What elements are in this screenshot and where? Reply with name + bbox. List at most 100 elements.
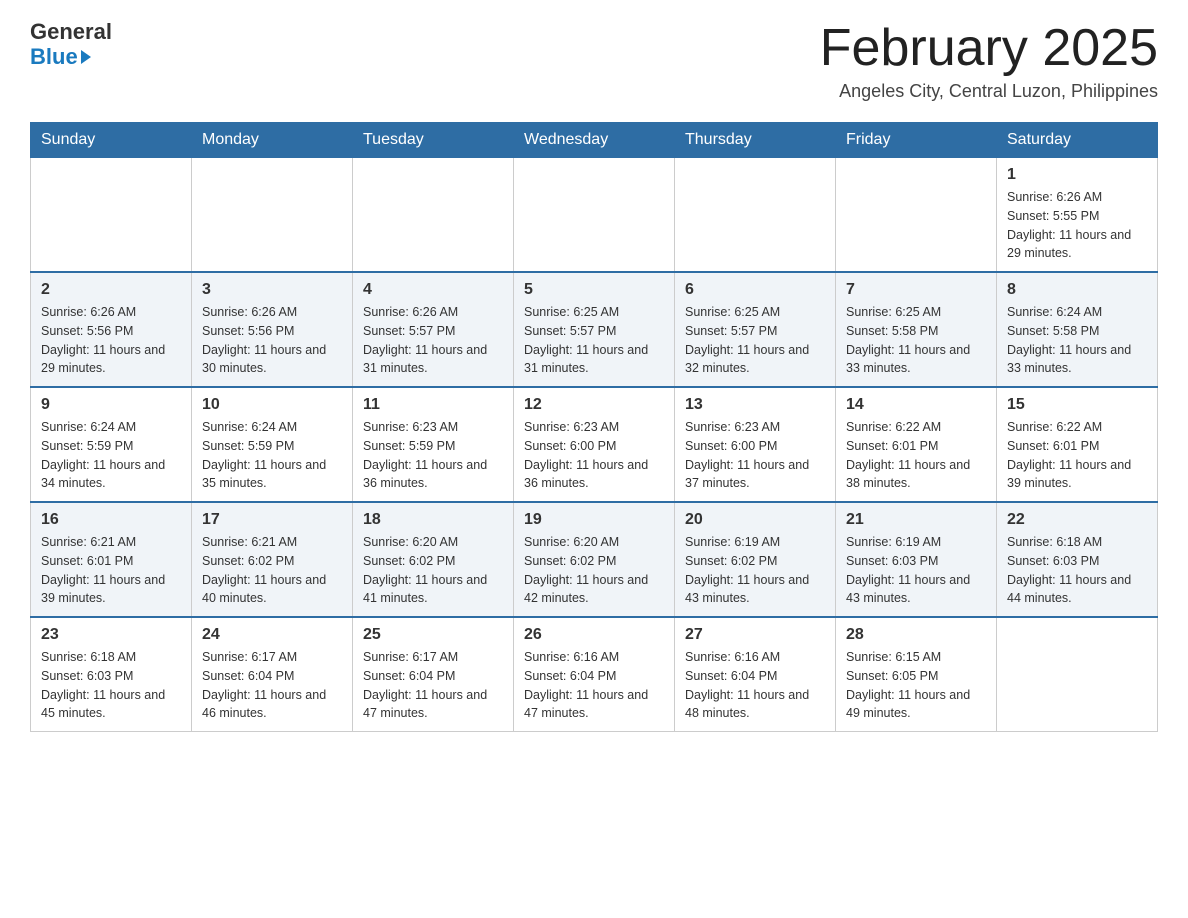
day-info: Sunrise: 6:23 AM Sunset: 6:00 PM Dayligh… <box>524 418 664 493</box>
day-of-week-header: Thursday <box>675 123 836 158</box>
day-info: Sunrise: 6:17 AM Sunset: 6:04 PM Dayligh… <box>202 648 342 723</box>
calendar-cell: 16Sunrise: 6:21 AM Sunset: 6:01 PM Dayli… <box>31 502 192 617</box>
calendar-week-row: 16Sunrise: 6:21 AM Sunset: 6:01 PM Dayli… <box>31 502 1158 617</box>
day-number: 13 <box>685 396 825 414</box>
day-number: 17 <box>202 511 342 529</box>
day-number: 11 <box>363 396 503 414</box>
page-header: General Blue February 2025 Angeles City,… <box>30 20 1158 102</box>
calendar-week-row: 9 Sunrise: 6:24 AM Sunset: 5:59 PM Daylig… <box>31 387 1158 502</box>
calendar-cell: 10 Sunrise: 6:24 AM Sunset: 5:59 PM Dayli… <box>192 387 353 502</box>
calendar-cell: 9 Sunrise: 6:24 AM Sunset: 5:59 PM Daylig… <box>31 387 192 502</box>
day-info: Sunrise: 6:25 AM Sunset: 5:57 PM Dayligh… <box>685 303 825 378</box>
calendar-table: SundayMondayTuesdayWednesdayThursdayFrid… <box>30 122 1158 732</box>
day-of-week-header: Saturday <box>997 123 1158 158</box>
day-of-week-header: Friday <box>836 123 997 158</box>
day-of-week-header: Wednesday <box>514 123 675 158</box>
calendar-cell: 18 Sunrise: 6:20 AM Sunset: 6:02 PM Dayli… <box>353 502 514 617</box>
calendar-cell: 21 Sunrise: 6:19 AM Sunset: 6:03 PM Dayli… <box>836 502 997 617</box>
calendar-cell <box>514 158 675 273</box>
day-number: 23 <box>41 626 181 644</box>
day-info: Sunrise: 6:22 AM Sunset: 6:01 PM Dayligh… <box>846 418 986 493</box>
calendar-cell: 6 Sunrise: 6:25 AM Sunset: 5:57 PM Daylig… <box>675 272 836 387</box>
day-number: 20 <box>685 511 825 529</box>
calendar-cell: 5 Sunrise: 6:25 AM Sunset: 5:57 PM Daylig… <box>514 272 675 387</box>
calendar-cell: 19 Sunrise: 6:20 AM Sunset: 6:02 PM Dayli… <box>514 502 675 617</box>
day-info: Sunrise: 6:16 AM Sunset: 6:04 PM Dayligh… <box>524 648 664 723</box>
calendar-cell <box>836 158 997 273</box>
logo-blue-text: Blue <box>30 44 91 70</box>
logo-general-text: General <box>30 20 112 44</box>
day-info: Sunrise: 6:23 AM Sunset: 5:59 PM Dayligh… <box>363 418 503 493</box>
calendar-cell: 14Sunrise: 6:22 AM Sunset: 6:01 PM Dayli… <box>836 387 997 502</box>
calendar-cell: 2 Sunrise: 6:26 AM Sunset: 5:56 PM Daylig… <box>31 272 192 387</box>
day-number: 18 <box>363 511 503 529</box>
day-info: Sunrise: 6:17 AM Sunset: 6:04 PM Dayligh… <box>363 648 503 723</box>
month-title: February 2025 <box>820 20 1158 77</box>
calendar-cell <box>997 617 1158 732</box>
day-info: Sunrise: 6:25 AM Sunset: 5:58 PM Dayligh… <box>846 303 986 378</box>
day-info: Sunrise: 6:26 AM Sunset: 5:56 PM Dayligh… <box>41 303 181 378</box>
day-info: Sunrise: 6:22 AM Sunset: 6:01 PM Dayligh… <box>1007 418 1147 493</box>
calendar-cell: 26 Sunrise: 6:16 AM Sunset: 6:04 PM Dayli… <box>514 617 675 732</box>
calendar-cell: 23 Sunrise: 6:18 AM Sunset: 6:03 PM Dayli… <box>31 617 192 732</box>
calendar-cell: 17 Sunrise: 6:21 AM Sunset: 6:02 PM Dayli… <box>192 502 353 617</box>
calendar-cell: 20 Sunrise: 6:19 AM Sunset: 6:02 PM Dayli… <box>675 502 836 617</box>
calendar-cell: 4Sunrise: 6:26 AM Sunset: 5:57 PM Daylig… <box>353 272 514 387</box>
calendar-cell <box>192 158 353 273</box>
calendar-cell: 3Sunrise: 6:26 AM Sunset: 5:56 PM Daylig… <box>192 272 353 387</box>
calendar-cell <box>353 158 514 273</box>
calendar-week-row: 1Sunrise: 6:26 AM Sunset: 5:55 PM Daylig… <box>31 158 1158 273</box>
day-number: 21 <box>846 511 986 529</box>
day-number: 15 <box>1007 396 1147 414</box>
calendar-cell: 8 Sunrise: 6:24 AM Sunset: 5:58 PM Daylig… <box>997 272 1158 387</box>
day-info: Sunrise: 6:18 AM Sunset: 6:03 PM Dayligh… <box>1007 533 1147 608</box>
day-info: Sunrise: 6:24 AM Sunset: 5:59 PM Dayligh… <box>41 418 181 493</box>
day-info: Sunrise: 6:26 AM Sunset: 5:55 PM Dayligh… <box>1007 188 1147 263</box>
day-info: Sunrise: 6:21 AM Sunset: 6:01 PM Dayligh… <box>41 533 181 608</box>
day-of-week-header: Tuesday <box>353 123 514 158</box>
day-info: Sunrise: 6:24 AM Sunset: 5:58 PM Dayligh… <box>1007 303 1147 378</box>
day-of-week-header: Monday <box>192 123 353 158</box>
day-info: Sunrise: 6:26 AM Sunset: 5:56 PM Dayligh… <box>202 303 342 378</box>
day-info: Sunrise: 6:15 AM Sunset: 6:05 PM Dayligh… <box>846 648 986 723</box>
calendar-cell: 11 Sunrise: 6:23 AM Sunset: 5:59 PM Dayli… <box>353 387 514 502</box>
day-of-week-header: Sunday <box>31 123 192 158</box>
location-subtitle: Angeles City, Central Luzon, Philippines <box>820 81 1158 102</box>
day-info: Sunrise: 6:20 AM Sunset: 6:02 PM Dayligh… <box>524 533 664 608</box>
day-info: Sunrise: 6:20 AM Sunset: 6:02 PM Dayligh… <box>363 533 503 608</box>
calendar-cell: 15 Sunrise: 6:22 AM Sunset: 6:01 PM Dayli… <box>997 387 1158 502</box>
day-info: Sunrise: 6:21 AM Sunset: 6:02 PM Dayligh… <box>202 533 342 608</box>
calendar-cell: 12Sunrise: 6:23 AM Sunset: 6:00 PM Dayli… <box>514 387 675 502</box>
day-info: Sunrise: 6:23 AM Sunset: 6:00 PM Dayligh… <box>685 418 825 493</box>
logo: General Blue <box>30 20 112 70</box>
day-info: Sunrise: 6:26 AM Sunset: 5:57 PM Dayligh… <box>363 303 503 378</box>
day-number: 10 <box>202 396 342 414</box>
calendar-cell: 28 Sunrise: 6:15 AM Sunset: 6:05 PM Dayli… <box>836 617 997 732</box>
day-info: Sunrise: 6:19 AM Sunset: 6:03 PM Dayligh… <box>846 533 986 608</box>
day-number: 5 <box>524 281 664 299</box>
day-number: 19 <box>524 511 664 529</box>
day-number: 25 <box>363 626 503 644</box>
calendar-cell <box>31 158 192 273</box>
title-block: February 2025 Angeles City, Central Luzo… <box>820 20 1158 102</box>
day-number: 6 <box>685 281 825 299</box>
calendar-cell: 7 Sunrise: 6:25 AM Sunset: 5:58 PM Daylig… <box>836 272 997 387</box>
calendar-header-row: SundayMondayTuesdayWednesdayThursdayFrid… <box>31 123 1158 158</box>
calendar-cell: 1Sunrise: 6:26 AM Sunset: 5:55 PM Daylig… <box>997 158 1158 273</box>
day-info: Sunrise: 6:25 AM Sunset: 5:57 PM Dayligh… <box>524 303 664 378</box>
day-number: 7 <box>846 281 986 299</box>
day-number: 26 <box>524 626 664 644</box>
calendar-cell: 13 Sunrise: 6:23 AM Sunset: 6:00 PM Dayli… <box>675 387 836 502</box>
day-number: 27 <box>685 626 825 644</box>
calendar-week-row: 2 Sunrise: 6:26 AM Sunset: 5:56 PM Daylig… <box>31 272 1158 387</box>
day-number: 22 <box>1007 511 1147 529</box>
logo-triangle-icon <box>81 50 91 64</box>
day-info: Sunrise: 6:19 AM Sunset: 6:02 PM Dayligh… <box>685 533 825 608</box>
day-number: 9 <box>41 396 181 414</box>
day-number: 28 <box>846 626 986 644</box>
day-number: 8 <box>1007 281 1147 299</box>
day-info: Sunrise: 6:18 AM Sunset: 6:03 PM Dayligh… <box>41 648 181 723</box>
day-number: 2 <box>41 281 181 299</box>
day-info: Sunrise: 6:24 AM Sunset: 5:59 PM Dayligh… <box>202 418 342 493</box>
calendar-cell: 24Sunrise: 6:17 AM Sunset: 6:04 PM Dayli… <box>192 617 353 732</box>
